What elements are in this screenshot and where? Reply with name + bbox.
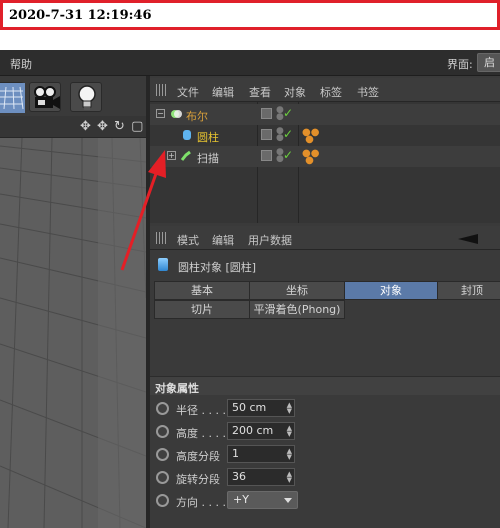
annotation-arrow-icon	[120, 150, 166, 271]
